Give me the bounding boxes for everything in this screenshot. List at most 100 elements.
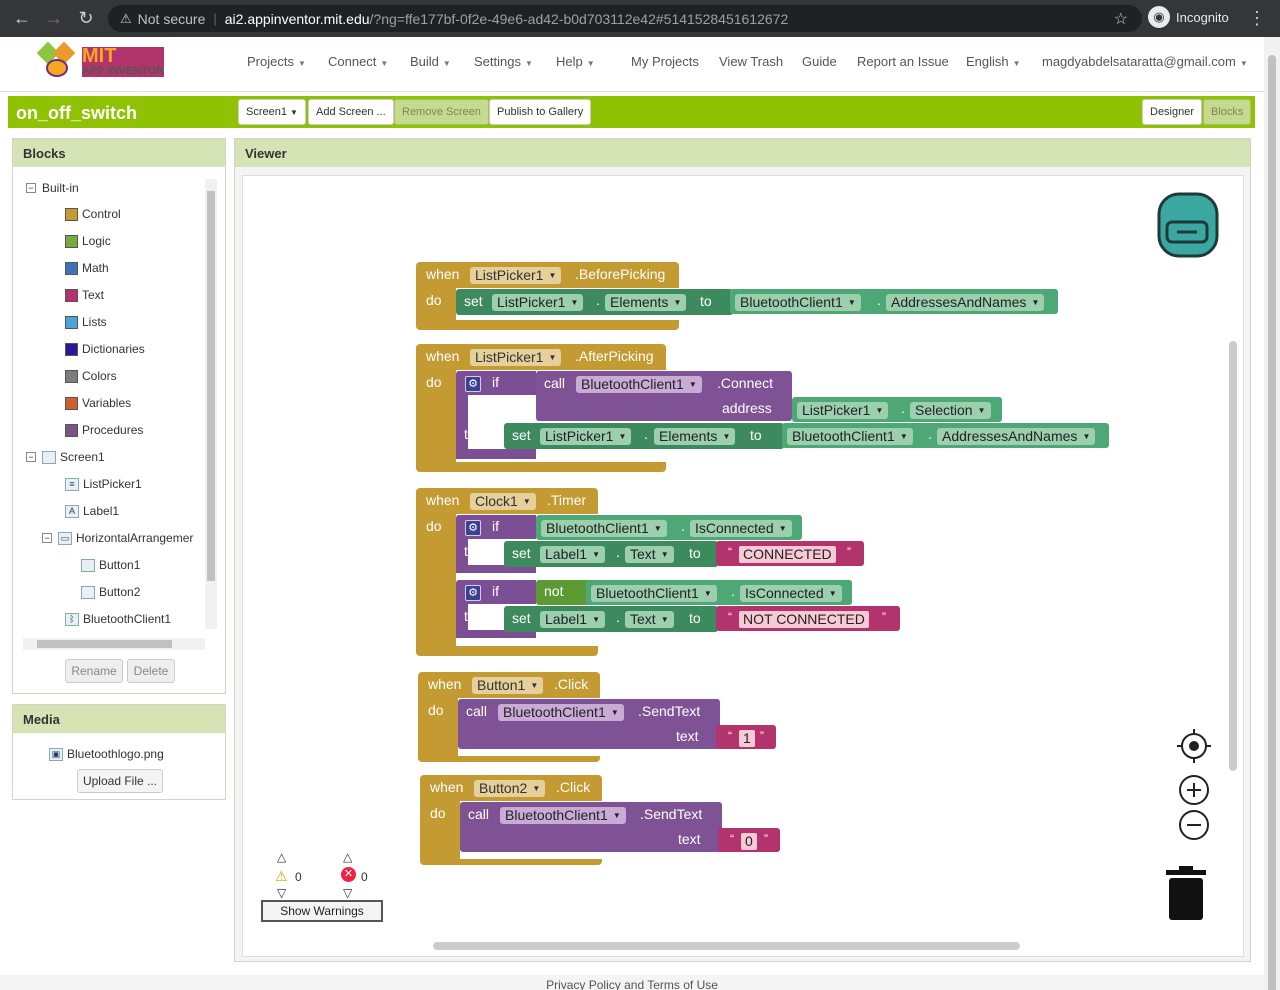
menu-build[interactable]: Build ▼ <box>410 54 451 69</box>
set-block[interactable] <box>504 606 718 632</box>
reload-icon[interactable]: ↻ <box>70 8 102 29</box>
trash-icon[interactable] <box>1163 866 1209 922</box>
media-panel-title: Media <box>13 705 225 733</box>
designer-button[interactable]: Designer <box>1142 99 1203 125</box>
link-guide[interactable]: Guide <box>802 54 837 69</box>
recenter-icon[interactable] <box>1177 729 1211 763</box>
media-panel: Media ▣ Bluetoothlogo.png Upload File ... <box>12 704 226 800</box>
tree-screen1[interactable]: − Screen1 <box>26 450 105 464</box>
builtin-colors[interactable]: Colors <box>65 369 117 383</box>
builtin-math[interactable]: Math <box>65 261 109 275</box>
incognito-icon: ◉ <box>1148 6 1170 28</box>
delete-button[interactable]: Delete <box>127 659 175 683</box>
media-file[interactable]: ▣ Bluetoothlogo.png <box>49 747 164 761</box>
app-inventor-logo[interactable]: MIT APP INVENTOR <box>36 41 165 81</box>
footer-links[interactable]: Privacy Policy and Terms of Use <box>0 975 1264 990</box>
project-toolbar: on_off_switch Screen1 ▼ Add Screen ... R… <box>8 96 1255 128</box>
builtin-lists[interactable]: Lists <box>65 315 107 329</box>
procedures-color-icon <box>65 423 78 437</box>
remove-screen-button[interactable]: Remove Screen <box>394 99 489 125</box>
blocks-panel: Blocks − Built-in Control Logic Math Text… <box>12 138 226 694</box>
component-listpicker1[interactable]: ≡ ListPicker1 <box>65 477 142 491</box>
builtin-control[interactable]: Control <box>65 207 121 221</box>
logic-color-icon <box>65 234 78 248</box>
blocks-panel-title: Blocks <box>13 139 225 167</box>
link-my-projects[interactable]: My Projects <box>631 54 699 69</box>
link-view-trash[interactable]: View Trash <box>719 54 783 69</box>
gear-icon[interactable]: ⚙ <box>465 520 481 536</box>
security-label: Not secure <box>137 10 206 27</box>
rename-button[interactable]: Rename <box>65 659 123 683</box>
warning-icon: ⚠ <box>120 10 132 26</box>
bookmark-star-icon[interactable]: ☆ <box>1114 9 1128 29</box>
variables-color-icon <box>65 396 78 410</box>
collapse-icon: − <box>26 452 36 462</box>
builtin-procedures[interactable]: Procedures <box>65 423 143 437</box>
screen-selector[interactable]: Screen1 ▼ <box>238 99 306 125</box>
builtin-dictionaries[interactable]: Dictionaries <box>65 342 145 356</box>
link-report-issue[interactable]: Report an Issue <box>857 54 949 69</box>
set-block[interactable] <box>504 541 718 567</box>
workspace-v-scrollbar[interactable] <box>1229 341 1237 771</box>
menu-settings[interactable]: Settings ▼ <box>474 54 533 69</box>
back-icon[interactable]: ← <box>6 8 38 29</box>
warning-down-arrow-icon[interactable]: ▽ <box>277 886 286 900</box>
math-color-icon <box>65 261 78 275</box>
menu-projects[interactable]: Projects ▼ <box>247 54 306 69</box>
zoom-out-icon[interactable] <box>1177 808 1211 842</box>
gear-icon[interactable]: ⚙ <box>465 585 481 601</box>
publish-gallery-button[interactable]: Publish to Gallery <box>489 99 592 125</box>
image-icon: ▣ <box>49 747 63 761</box>
add-screen-button[interactable]: Add Screen ... <box>308 99 394 125</box>
url-host: ai2.appinventor.mit.edu <box>224 10 370 27</box>
zoom-in-icon[interactable] <box>1177 773 1211 807</box>
label-icon: A <box>65 504 79 518</box>
caret-down-icon: ▼ <box>586 59 595 68</box>
show-warnings-button[interactable]: Show Warnings <box>261 900 383 922</box>
app-navbar: MIT APP INVENTOR Projects ▼ Connect ▼ Buil… <box>0 37 1264 92</box>
collapse-icon: − <box>42 533 52 543</box>
lists-color-icon <box>65 315 78 329</box>
warning-up-arrow-icon[interactable]: △ <box>277 850 286 864</box>
gear-icon[interactable]: ⚙ <box>465 376 481 392</box>
upload-file-button[interactable]: Upload File ... <box>77 769 163 793</box>
url-path: /?ng=ffe177bf-0f2e-49e6-ad42-b0d703112e4… <box>369 10 789 27</box>
forward-icon[interactable]: → <box>38 8 70 29</box>
blocks-workspace[interactable]: when ListPicker1 ▼ .BeforePicking do set … <box>242 175 1244 957</box>
error-icon: ✕ <box>341 867 356 882</box>
button-icon <box>81 558 95 572</box>
builtin-text[interactable]: Text <box>65 288 104 302</box>
tree-h-scrollbar[interactable] <box>23 638 205 650</box>
page-scrollbar[interactable] <box>1264 37 1280 990</box>
builtin-variables[interactable]: Variables <box>65 396 131 410</box>
tree-builtin[interactable]: − Built-in <box>26 181 79 195</box>
menu-language[interactable]: English ▼ <box>966 54 1021 69</box>
control-color-icon <box>65 207 78 221</box>
error-down-arrow-icon[interactable]: ▽ <box>343 886 352 900</box>
menu-help[interactable]: Help ▼ <box>556 54 595 69</box>
component-bluetoothclient1[interactable]: ᛒ BluetoothClient1 <box>65 612 171 626</box>
incognito-badge[interactable]: ◉ Incognito <box>1148 6 1229 28</box>
component-button1[interactable]: Button1 <box>81 558 140 572</box>
address-bar[interactable]: ⚠ Not secure | ai2.appinventor.mit.edu /… <box>108 5 1142 32</box>
component-horizontalarrangement[interactable]: − ▭ HorizontalArrangemer <box>42 531 203 545</box>
backpack-icon[interactable] <box>1153 188 1223 260</box>
blocks-button[interactable]: Blocks <box>1203 99 1252 125</box>
colors-color-icon <box>65 369 78 383</box>
caret-down-icon: ▼ <box>1012 59 1021 68</box>
caret-down-icon: ▼ <box>442 59 451 68</box>
more-menu-icon[interactable]: ⋮ <box>1248 8 1266 29</box>
builtin-logic[interactable]: Logic <box>65 234 111 248</box>
error-up-arrow-icon[interactable]: △ <box>343 850 352 864</box>
menu-connect[interactable]: Connect ▼ <box>328 54 388 69</box>
component-button2[interactable]: Button2 <box>81 585 140 599</box>
bluetooth-icon: ᛒ <box>65 612 79 626</box>
screen-icon <box>42 450 56 464</box>
workspace-h-scrollbar[interactable] <box>433 942 1020 950</box>
caret-down-icon: ▼ <box>524 59 533 68</box>
dictionaries-color-icon <box>65 342 78 356</box>
listpicker-icon: ≡ <box>65 477 79 491</box>
component-label1[interactable]: A Label1 <box>65 504 119 518</box>
menu-user[interactable]: magdyabdelsataratta@gmail.com ▼ <box>1042 54 1248 69</box>
tree-scrollbar[interactable] <box>205 179 217 629</box>
